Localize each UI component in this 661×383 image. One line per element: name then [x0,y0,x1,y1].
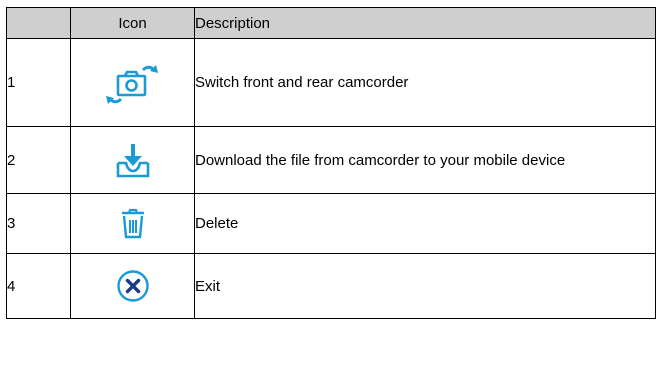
row-description: Delete [194,193,656,254]
row-number: 4 [6,253,71,319]
row-number: 1 [6,38,71,127]
table-header-row: Icon Description [6,7,656,39]
row-number: 3 [6,193,71,254]
row-description: Exit [194,253,656,319]
table-row: 2 Download the file from camcorder to yo… [6,126,656,194]
row-description: Download the file from camcorder to your… [194,126,656,194]
icon-description-table: Icon Description 1 Switch front and rear… [6,7,656,319]
row-number: 2 [6,126,71,194]
header-icon: Icon [70,7,195,39]
table-row: 3 Delete [6,193,656,254]
trash-icon [120,208,146,240]
download-tray-icon [115,141,151,179]
header-description: Description [194,7,656,39]
close-circle-icon [116,269,150,303]
row-description: Switch front and rear camcorder [194,38,656,127]
table-row: 4 Exit [6,253,656,319]
table-row: 1 Switch front and rear camcorder [6,38,656,127]
switch-camera-icon [105,59,161,107]
header-number [6,7,71,39]
